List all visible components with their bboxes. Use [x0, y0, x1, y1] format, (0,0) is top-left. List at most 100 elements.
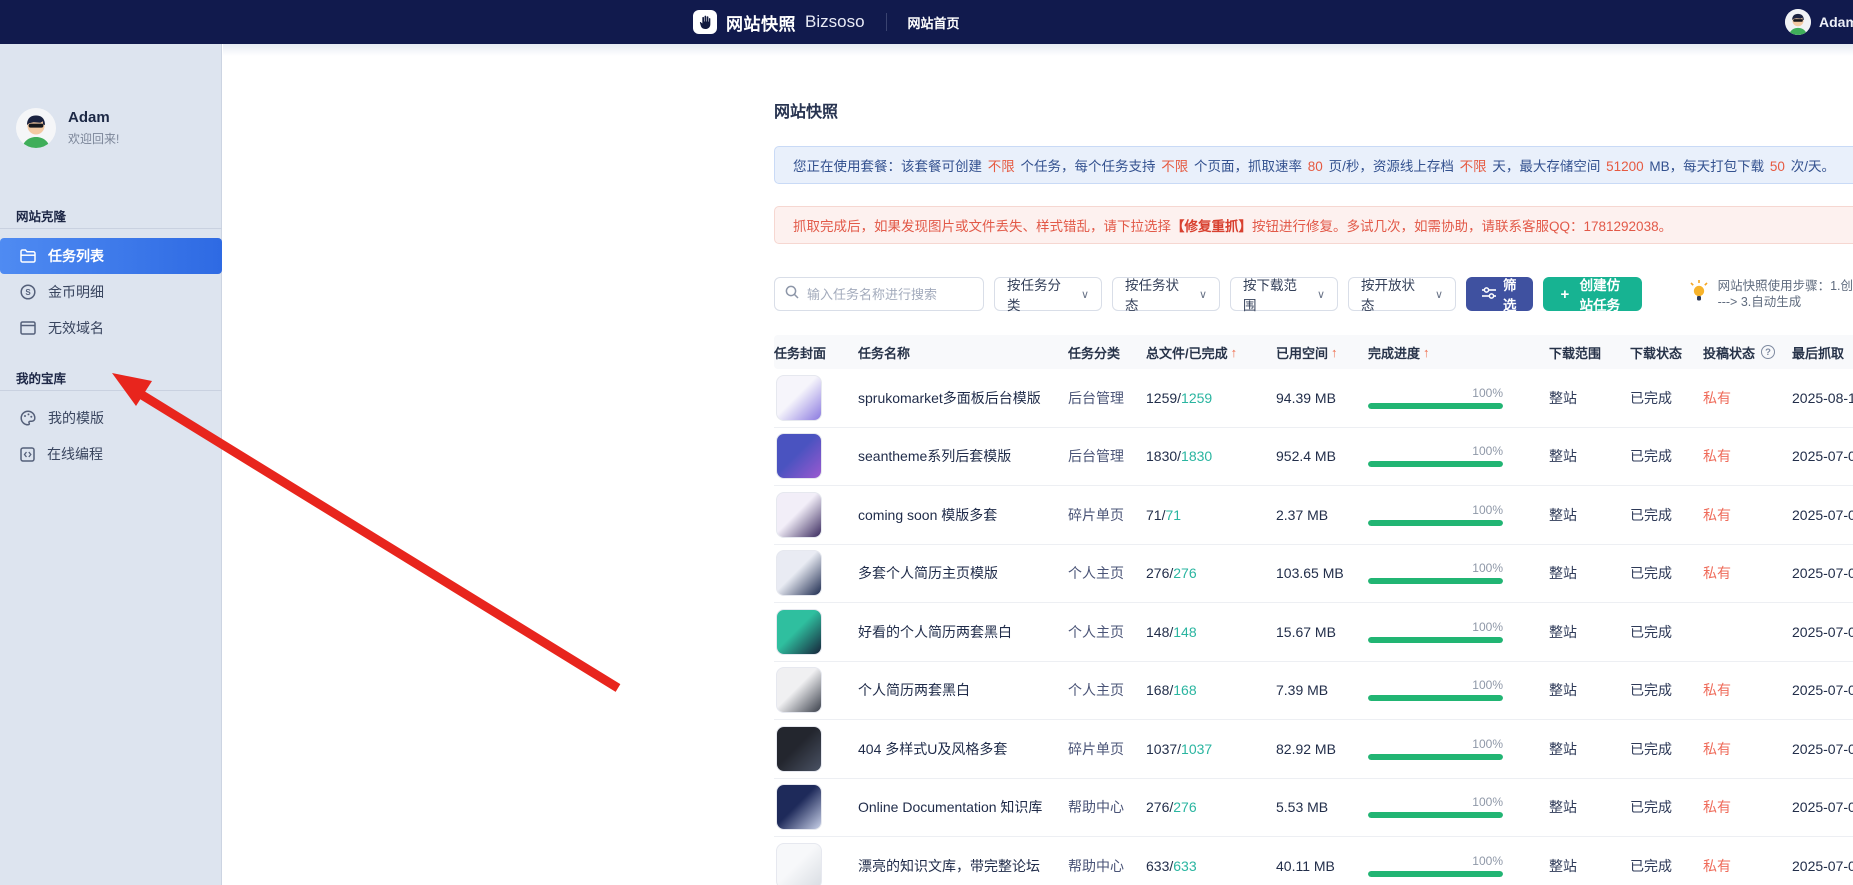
task-name[interactable]: coming soon 模版多套: [858, 505, 1068, 525]
brand[interactable]: 网站快照 Bizsoso 网站首页: [693, 0, 960, 44]
column-header: 任务封面: [774, 343, 858, 362]
progress-bar: [1368, 637, 1503, 643]
task-cover-thumbnail[interactable]: [776, 843, 822, 885]
task-name[interactable]: 多套个人简历主页模版: [858, 563, 1068, 583]
filter-button[interactable]: 筛选: [1466, 277, 1533, 311]
files-count: 148/148: [1146, 624, 1276, 640]
logo-title: 网站快照: [726, 10, 796, 35]
table-row[interactable]: 多套个人简历主页模版 个人主页 276/276 103.65 MB 100% 整…: [774, 545, 1853, 604]
column-header[interactable]: 完成进度↑: [1368, 343, 1549, 362]
topbar-user[interactable]: Adam: [1785, 0, 1853, 44]
files-count: 1259/1259: [1146, 390, 1276, 406]
table-row[interactable]: 404 多样式U及风格多套 碎片单页 1037/1037 82.92 MB 10…: [774, 720, 1853, 779]
home-nav-link[interactable]: 网站首页: [908, 13, 960, 32]
sort-arrow-icon[interactable]: ↑: [1423, 345, 1430, 360]
dropdown-label: 按任务分类: [1007, 274, 1073, 314]
used-space: 5.53 MB: [1276, 799, 1368, 815]
progress-bar: [1368, 754, 1503, 760]
task-table: 任务封面任务名称任务分类总文件/已完成↑已用空间↑完成进度↑下载范围下载状态投稿…: [774, 335, 1853, 885]
table-row[interactable]: Online Documentation 知识库 帮助中心 276/276 5.…: [774, 779, 1853, 838]
chevron-down-icon: ∨: [1081, 288, 1089, 301]
table-row[interactable]: 个人简历两套黑白 个人主页 168/168 7.39 MB 100% 整站 已完…: [774, 662, 1853, 721]
create-task-button[interactable]: + 创建仿站任务: [1543, 277, 1642, 311]
table-row[interactable]: 好看的个人简历两套黑白 个人主页 148/148 15.67 MB 100% 整…: [774, 603, 1853, 662]
files-count: 168/168: [1146, 682, 1276, 698]
files-count: 71/71: [1146, 507, 1276, 523]
task-name[interactable]: 个人简历两套黑白: [858, 680, 1068, 700]
filter-dropdowns: 按任务分类 ∨ 按任务状态 ∨ 按下载范围 ∨ 按开放状态 ∨: [994, 277, 1456, 311]
task-cover-thumbnail[interactable]: [776, 726, 822, 772]
divider: [0, 228, 222, 229]
table-row[interactable]: coming soon 模版多套 碎片单页 71/71 2.37 MB 100%…: [774, 486, 1853, 545]
table-row[interactable]: sprukomarket多面板后台模版 后台管理 1259/1259 94.39…: [774, 369, 1853, 428]
search-input[interactable]: [807, 287, 983, 302]
sidebar-item-2[interactable]: 无效域名: [0, 310, 222, 346]
task-cover-thumbnail[interactable]: [776, 492, 822, 538]
cover-cell: [774, 784, 858, 830]
download-status: 已完成: [1630, 622, 1703, 642]
plan-banner: 您正在使用套餐：该套餐可创建 不限 个任务，每个任务支持 不限 个页面，抓取速率…: [774, 146, 1853, 184]
progress-label: 100%: [1368, 504, 1503, 516]
task-cover-thumbnail[interactable]: [776, 433, 822, 479]
task-cover-thumbnail[interactable]: [776, 375, 822, 421]
progress-cell: 100%: [1368, 562, 1549, 584]
cover-cell: [774, 843, 858, 885]
sidebar-item-0[interactable]: 任务列表: [0, 238, 222, 274]
filter-dropdown[interactable]: 按任务状态 ∨: [1112, 277, 1220, 311]
task-cover-thumbnail[interactable]: [776, 609, 822, 655]
progress-bar: [1368, 871, 1503, 877]
topbar: 网站快照 Bizsoso 网站首页 Adam: [0, 0, 1853, 44]
task-cover-thumbnail[interactable]: [776, 784, 822, 830]
progress-cell: 100%: [1368, 796, 1549, 818]
cover-cell: [774, 375, 858, 421]
main-content: 网站快照 您正在使用套餐：该套餐可创建 不限 个任务，每个任务支持 不限 个页面…: [223, 44, 1853, 885]
tip-line2: ---> 3.自动生成: [1718, 295, 1802, 309]
table-row[interactable]: 漂亮的知识文库，带完整论坛 帮助中心 633/633 40.11 MB 100%…: [774, 837, 1853, 885]
cover-cell: [774, 667, 858, 713]
app-window: 网站快照 Bizsoso 网站首页 Adam Adam 欢迎回来! 网站克隆任务…: [0, 0, 1853, 885]
task-name[interactable]: sprukomarket多面板后台模版: [858, 388, 1068, 408]
last-fetch-date: 2025-07-0: [1792, 565, 1853, 581]
repair-banner: 抓取完成后，如果发现图片或文件丢失、样式错乱，请下拉选择【修复重抓】按钮进行修复…: [774, 206, 1853, 244]
column-header[interactable]: 已用空间↑: [1276, 343, 1368, 362]
progress-label: 100%: [1368, 679, 1503, 691]
task-name[interactable]: seantheme系列后套模版: [858, 446, 1068, 466]
filter-dropdown[interactable]: 按任务分类 ∨: [994, 277, 1102, 311]
sidebar: Adam 欢迎回来! 网站克隆任务列表S金币明细无效域名我的宝库我的模版在线编程: [0, 44, 222, 885]
table-row[interactable]: seantheme系列后套模版 后台管理 1830/1830 952.4 MB …: [774, 428, 1853, 487]
sort-arrow-icon[interactable]: ↑: [1331, 345, 1338, 360]
progress-label: 100%: [1368, 445, 1503, 457]
repair-banner-text: 抓取完成后，如果发现图片或文件丢失、样式错乱，请下拉选择【修复重抓】按钮进行修复…: [793, 215, 1672, 235]
task-category: 碎片单页: [1068, 739, 1146, 759]
topbar-username: Adam: [1819, 14, 1853, 30]
sidebar-item-1[interactable]: S金币明细: [0, 274, 222, 310]
help-icon[interactable]: ?: [1761, 345, 1775, 359]
download-range: 整站: [1549, 739, 1630, 759]
task-name[interactable]: 好看的个人简历两套黑白: [858, 622, 1068, 642]
column-header[interactable]: 总文件/已完成↑: [1146, 343, 1276, 362]
filter-dropdown[interactable]: 按下载范围 ∨: [1230, 277, 1338, 311]
sidebar-item-4[interactable]: 在线编程: [0, 436, 222, 472]
used-space: 94.39 MB: [1276, 390, 1368, 406]
download-status: 已完成: [1630, 856, 1703, 876]
files-count: 633/633: [1146, 858, 1276, 874]
task-cover-thumbnail[interactable]: [776, 550, 822, 596]
files-count: 276/276: [1146, 565, 1276, 581]
logo-brand: Bizsoso: [805, 12, 865, 32]
task-cover-thumbnail[interactable]: [776, 667, 822, 713]
search-box[interactable]: [774, 277, 984, 311]
task-name[interactable]: 404 多样式U及风格多套: [858, 739, 1068, 759]
avatar[interactable]: [1785, 9, 1811, 35]
column-header: 最后抓取: [1792, 343, 1853, 362]
task-name[interactable]: Online Documentation 知识库: [858, 797, 1068, 817]
last-fetch-date: 2025-07-0: [1792, 507, 1853, 523]
progress-label: 100%: [1368, 387, 1503, 399]
filter-dropdown[interactable]: 按开放状态 ∨: [1348, 277, 1456, 311]
task-name[interactable]: 漂亮的知识文库，带完整论坛: [858, 856, 1068, 876]
sidebar-item-label: 在线编程: [47, 444, 103, 464]
sort-arrow-icon[interactable]: ↑: [1231, 345, 1238, 360]
last-fetch-date: 2025-07-0: [1792, 858, 1853, 874]
filter-toolbar: 按任务分类 ∨ 按任务状态 ∨ 按下载范围 ∨ 按开放状态 ∨ 筛选 + 创建仿…: [774, 277, 1853, 311]
sidebar-item-3[interactable]: 我的模版: [0, 400, 222, 436]
used-space: 82.92 MB: [1276, 741, 1368, 757]
